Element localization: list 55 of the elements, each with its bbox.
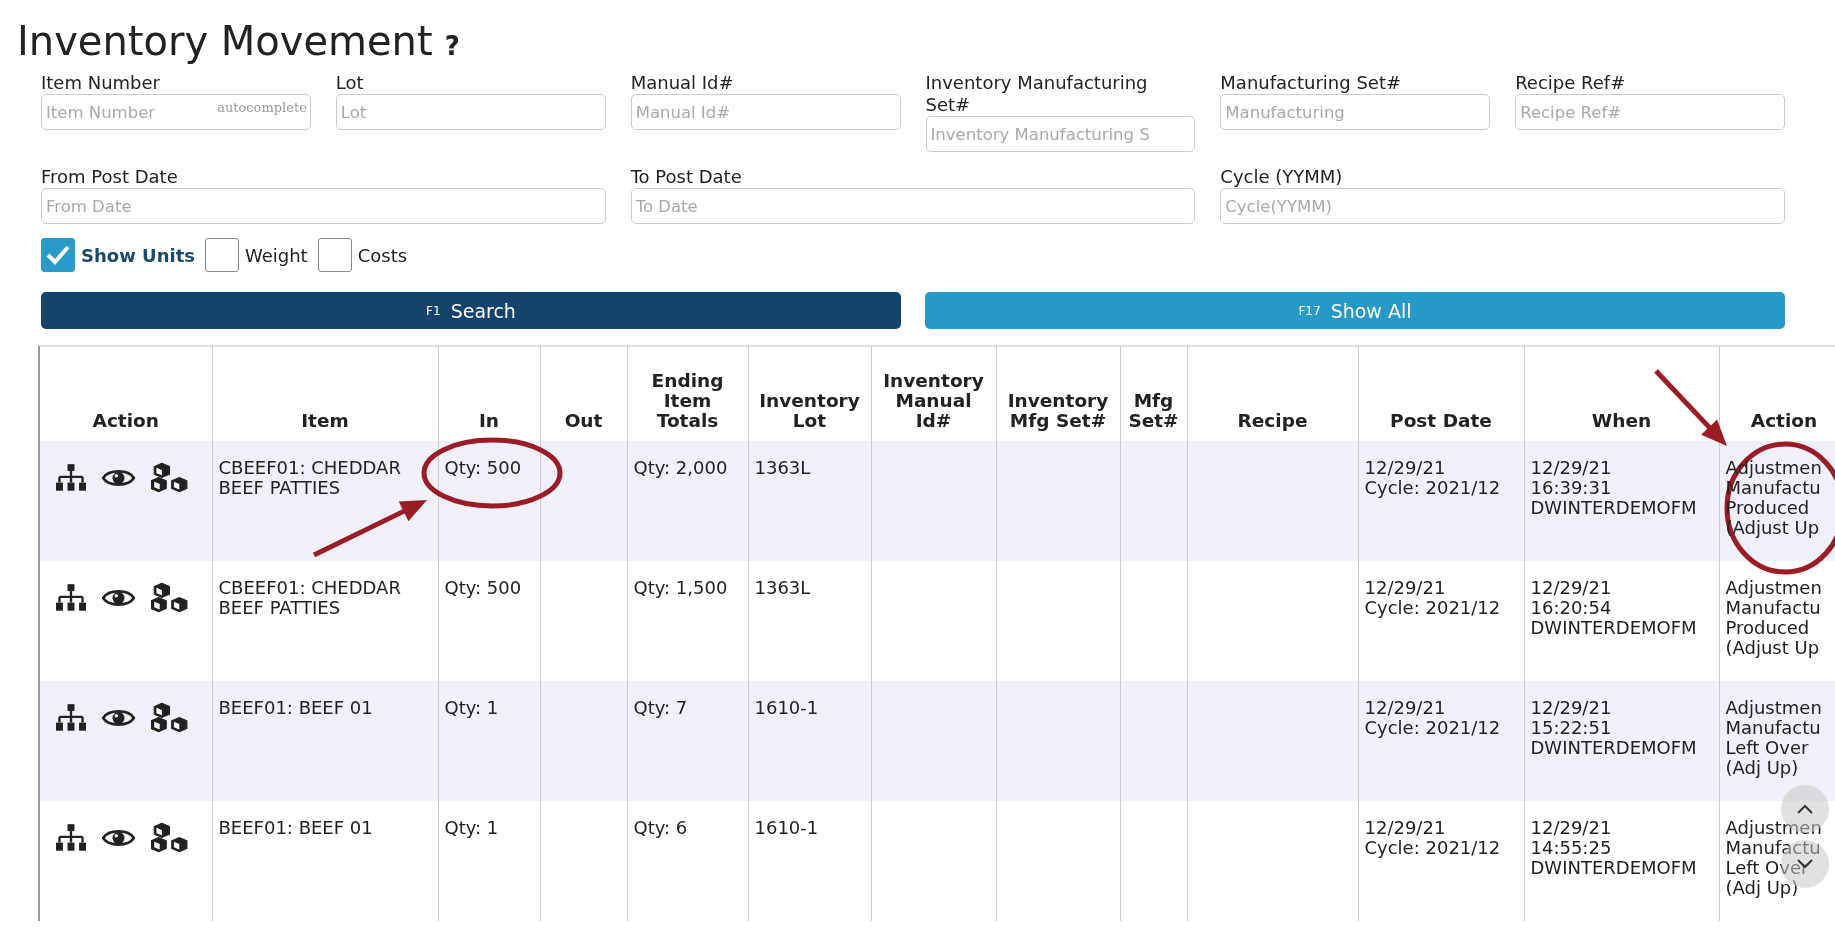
field-label: Manufacturing Set# xyxy=(1220,72,1403,94)
table-cell: 1610-1 xyxy=(748,801,871,921)
table-cell: Qty: 1 xyxy=(438,801,540,921)
input-field[interactable]: Inventory Manufacturing S xyxy=(925,116,1196,152)
input-field[interactable]: Manual Id# xyxy=(630,94,901,130)
checkbox[interactable] xyxy=(41,238,75,272)
help-link[interactable]: ? xyxy=(444,31,460,61)
table-cell: 1363L xyxy=(748,441,871,561)
field-label: Recipe Ref# xyxy=(1515,72,1627,94)
sitemap-icon[interactable] xyxy=(56,463,86,492)
field-label: Inventory Manufacturing Set# xyxy=(925,72,1149,116)
table-cell: Adjustmen Manufactu Left Over (Adj Up) xyxy=(1719,801,1835,921)
checkbox[interactable] xyxy=(204,238,239,272)
input-field[interactable]: Lot xyxy=(335,94,606,130)
page-title: Inventory Movement xyxy=(17,18,433,64)
table-cell: BEEF01: BEEF 01 xyxy=(212,801,438,921)
table-cell: Qty: 6 xyxy=(627,801,748,921)
table-cell: 12/29/21 15:22:51 DWINTERDEMOFM xyxy=(1524,681,1719,801)
table-cell: 12/29/21 Cycle: 2021/12 xyxy=(1358,801,1524,921)
table-cell: 12/29/21 Cycle: 2021/12 xyxy=(1358,441,1524,561)
table-cell: 12/29/21 14:55:25 DWINTERDEMOFM xyxy=(1524,801,1719,921)
table-cell: 12/29/21 16:39:31 DWINTERDEMOFM xyxy=(1524,441,1719,561)
field-label: Manual Id# xyxy=(630,72,735,94)
cubes-icon[interactable] xyxy=(151,582,188,613)
autocomplete-hint: autocomplete xyxy=(217,100,307,115)
checkbox-label[interactable]: Costs xyxy=(357,244,408,266)
field-label: Item Number xyxy=(41,72,161,94)
table-cell: Qty: 7 xyxy=(627,681,748,801)
input-field[interactable]: From Date xyxy=(41,188,606,224)
table-cell: Adjustmen Manufactu Left Over (Adj Up) xyxy=(1719,681,1835,801)
input-field[interactable]: To Date xyxy=(630,188,1196,224)
table-cell: Qty: 500 xyxy=(438,441,540,561)
table-cell: BEEF01: BEEF 01 xyxy=(212,681,438,801)
input-field[interactable]: Recipe Ref# xyxy=(1515,94,1785,130)
checkbox-label[interactable]: Weight xyxy=(244,244,308,266)
field-label: To Post Date xyxy=(630,166,743,188)
table-cell: 1610-1 xyxy=(748,681,871,801)
cubes-icon[interactable] xyxy=(151,702,188,733)
input-field[interactable]: Manufacturing xyxy=(1220,94,1491,130)
table-cell: Qty: 1 xyxy=(438,681,540,801)
table-cell: Qty: 2,000 xyxy=(627,441,748,561)
sitemap-icon[interactable] xyxy=(56,703,86,732)
checkbox[interactable] xyxy=(317,238,352,272)
search-button[interactable]: F1 Search xyxy=(41,292,901,329)
checkbox-label[interactable]: Show Units xyxy=(81,244,195,266)
sitemap-icon[interactable] xyxy=(56,583,86,612)
table-cell: 12/29/21 Cycle: 2021/12 xyxy=(1358,681,1524,801)
field-label: From Post Date xyxy=(41,166,179,188)
chevron-up-icon xyxy=(1796,803,1814,815)
field-label: Cycle (YYMM) xyxy=(1220,166,1344,188)
sitemap-icon[interactable] xyxy=(56,823,86,852)
cubes-icon[interactable] xyxy=(151,822,188,853)
cubes-icon[interactable] xyxy=(151,462,188,493)
input-field[interactable]: Cycle(YYMM) xyxy=(1220,188,1785,224)
field-label: Lot xyxy=(335,72,365,94)
